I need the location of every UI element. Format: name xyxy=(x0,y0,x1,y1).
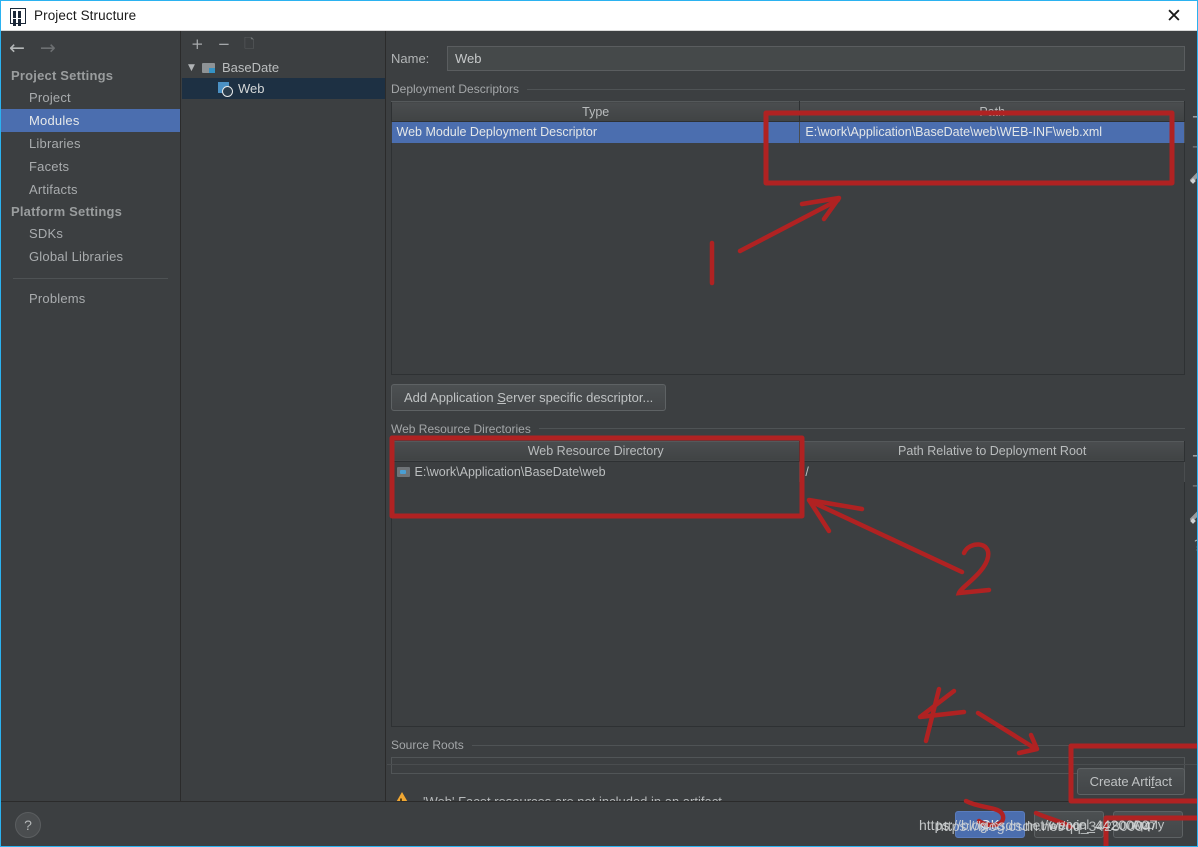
nav-history-controls: ← → xyxy=(1,31,180,65)
table-row[interactable]: Web Module Deployment Descriptor E:\work… xyxy=(391,121,1185,143)
add-descriptor-button[interactable]: + xyxy=(1185,101,1197,131)
section-rule xyxy=(538,428,1185,429)
facet-settings-panel: Name: Deployment Descriptors Type Path W… xyxy=(387,31,1197,811)
directory-icon xyxy=(396,466,410,477)
forward-arrow-icon[interactable]: → xyxy=(40,38,56,58)
add-web-resource-button[interactable]: + xyxy=(1185,441,1197,471)
sidebar-divider xyxy=(13,278,168,279)
relative-path-cell[interactable]: / xyxy=(799,461,1185,482)
create-artifact-button[interactable]: Create Artifact xyxy=(1076,768,1185,795)
web-resource-directories-table: Web Resource Directory Path Relative to … xyxy=(390,440,1185,482)
web-resource-directories-table-wrap: Web Resource Directory Path Relative to … xyxy=(390,440,1197,727)
help-web-resource-button[interactable]: ? xyxy=(1185,531,1197,561)
sidebar-item-modules[interactable]: Modules xyxy=(1,109,180,132)
intellij-idea-icon xyxy=(10,7,26,24)
name-label: Name: xyxy=(391,50,430,66)
column-header-path-relative-to-deployment-root[interactable]: Path Relative to Deployment Root xyxy=(799,440,1185,462)
button-label-suffix: erver specific descriptor... xyxy=(505,389,654,405)
deployment-descriptors-table: Type Path Web Module Deployment Descript… xyxy=(390,101,1185,143)
column-header-web-resource-directory[interactable]: Web Resource Directory xyxy=(390,440,801,462)
web-resource-directories-empty-area xyxy=(391,482,1185,727)
column-header-path[interactable]: Path xyxy=(799,101,1185,122)
sidebar-group-project-settings: Project Settings xyxy=(11,68,114,83)
watermark-url-2: https://blog.csdn.net/qq_34280004 xyxy=(936,818,1151,834)
window-title: Project Structure xyxy=(34,8,137,23)
web-facet-icon xyxy=(218,82,233,97)
sidebar-item-libraries[interactable]: Libraries xyxy=(1,132,180,155)
tree-node-web[interactable]: Web xyxy=(182,78,385,99)
button-label-mnemonic: S xyxy=(497,389,506,405)
tree-node-basedate[interactable]: ▼ BaseDate xyxy=(182,57,385,78)
button-label-prefix: Add Application xyxy=(404,389,498,405)
pencil-icon xyxy=(1191,169,1197,183)
edit-web-resource-button[interactable] xyxy=(1185,501,1197,531)
descriptor-path-cell[interactable]: E:\work\Application\BaseDate\web\WEB-INF… xyxy=(799,121,1185,143)
add-application-server-descriptor-button[interactable]: Add Application Server specific descript… xyxy=(391,383,667,411)
remove-module-icon[interactable]: − xyxy=(218,36,231,52)
pencil-icon xyxy=(1191,509,1197,523)
sidebar-item-project[interactable]: Project xyxy=(1,86,180,109)
name-input[interactable] xyxy=(447,45,1185,71)
chevron-down-icon[interactable]: ▼ xyxy=(188,63,200,73)
table-row[interactable]: E:\work\Application\BaseDate\web / xyxy=(391,461,1185,482)
module-folder-icon xyxy=(202,62,216,74)
web-resource-directories-side-toolbar: + − ? xyxy=(1185,441,1197,561)
sidebar-item-global-libraries[interactable]: Global Libraries xyxy=(1,245,180,268)
descriptor-type-cell[interactable]: Web Module Deployment Descriptor xyxy=(391,121,801,143)
tree-node-label: Web xyxy=(238,81,265,96)
column-header-type[interactable]: Type xyxy=(390,101,801,122)
sidebar-item-facets[interactable]: Facets xyxy=(1,155,180,178)
sidebar-item-sdks[interactable]: SDKs xyxy=(1,222,180,245)
name-row: Name: xyxy=(391,45,1185,71)
add-module-icon[interactable]: + xyxy=(191,36,204,52)
sidebar-item-problems[interactable]: Problems xyxy=(1,287,180,310)
help-button[interactable]: ? xyxy=(15,812,41,838)
sidebar-item-artifacts[interactable]: Artifacts xyxy=(1,178,180,201)
deployment-descriptors-empty-area xyxy=(391,142,1185,375)
button-label-prefix: Create Arti xyxy=(1089,774,1152,789)
module-tree-toolbar: + − 🗋 xyxy=(182,31,385,57)
source-roots-section-header: Source Roots xyxy=(391,738,1185,752)
deployment-descriptors-table-wrap: Type Path Web Module Deployment Descript… xyxy=(390,101,1197,375)
remove-descriptor-button[interactable]: − xyxy=(1185,131,1197,161)
tree-node-label: BaseDate xyxy=(222,60,280,75)
sidebar-group-platform-settings: Platform Settings xyxy=(11,204,123,219)
module-tree-panel: + − 🗋 ▼ BaseDate Web xyxy=(182,31,386,801)
back-arrow-icon[interactable]: ← xyxy=(9,38,25,58)
edit-descriptor-button[interactable] xyxy=(1185,161,1197,191)
deployment-descriptors-section-header: Deployment Descriptors xyxy=(391,82,1185,96)
button-label-suffix: act xyxy=(1154,774,1172,789)
settings-sidebar: ← → Project Settings Project Modules Lib… xyxy=(1,31,181,801)
remove-web-resource-button[interactable]: − xyxy=(1185,471,1197,501)
web-resource-directory-cell[interactable]: E:\work\Application\BaseDate\web xyxy=(391,461,801,482)
section-label: Source Roots xyxy=(391,738,464,752)
section-label: Deployment Descriptors xyxy=(391,82,520,96)
deployment-descriptors-side-toolbar: + − xyxy=(1185,101,1197,191)
section-rule xyxy=(527,88,1185,90)
section-rule xyxy=(471,744,1185,746)
section-label: Web Resource Directories xyxy=(391,421,531,436)
create-artifact-band: Create Artifact xyxy=(387,764,1197,801)
close-icon[interactable]: ✕ xyxy=(1151,1,1197,30)
title-bar: Project Structure ✕ xyxy=(1,1,1197,31)
web-resource-directory-value: E:\work\Application\BaseDate\web xyxy=(414,464,606,479)
copy-icon[interactable]: 🗋 xyxy=(244,38,254,51)
project-structure-dialog: Project Structure ✕ ← → Project Settings… xyxy=(0,0,1198,847)
web-resource-directories-section-header: Web Resource Directories xyxy=(391,422,1185,436)
